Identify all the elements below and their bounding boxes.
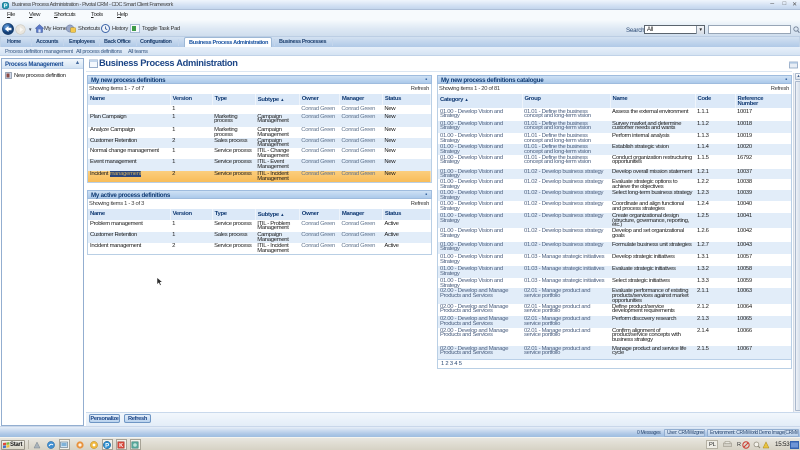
svg-text:P: P	[4, 3, 8, 8]
svg-text:K: K	[119, 443, 123, 449]
svg-text:P: P	[105, 443, 109, 449]
